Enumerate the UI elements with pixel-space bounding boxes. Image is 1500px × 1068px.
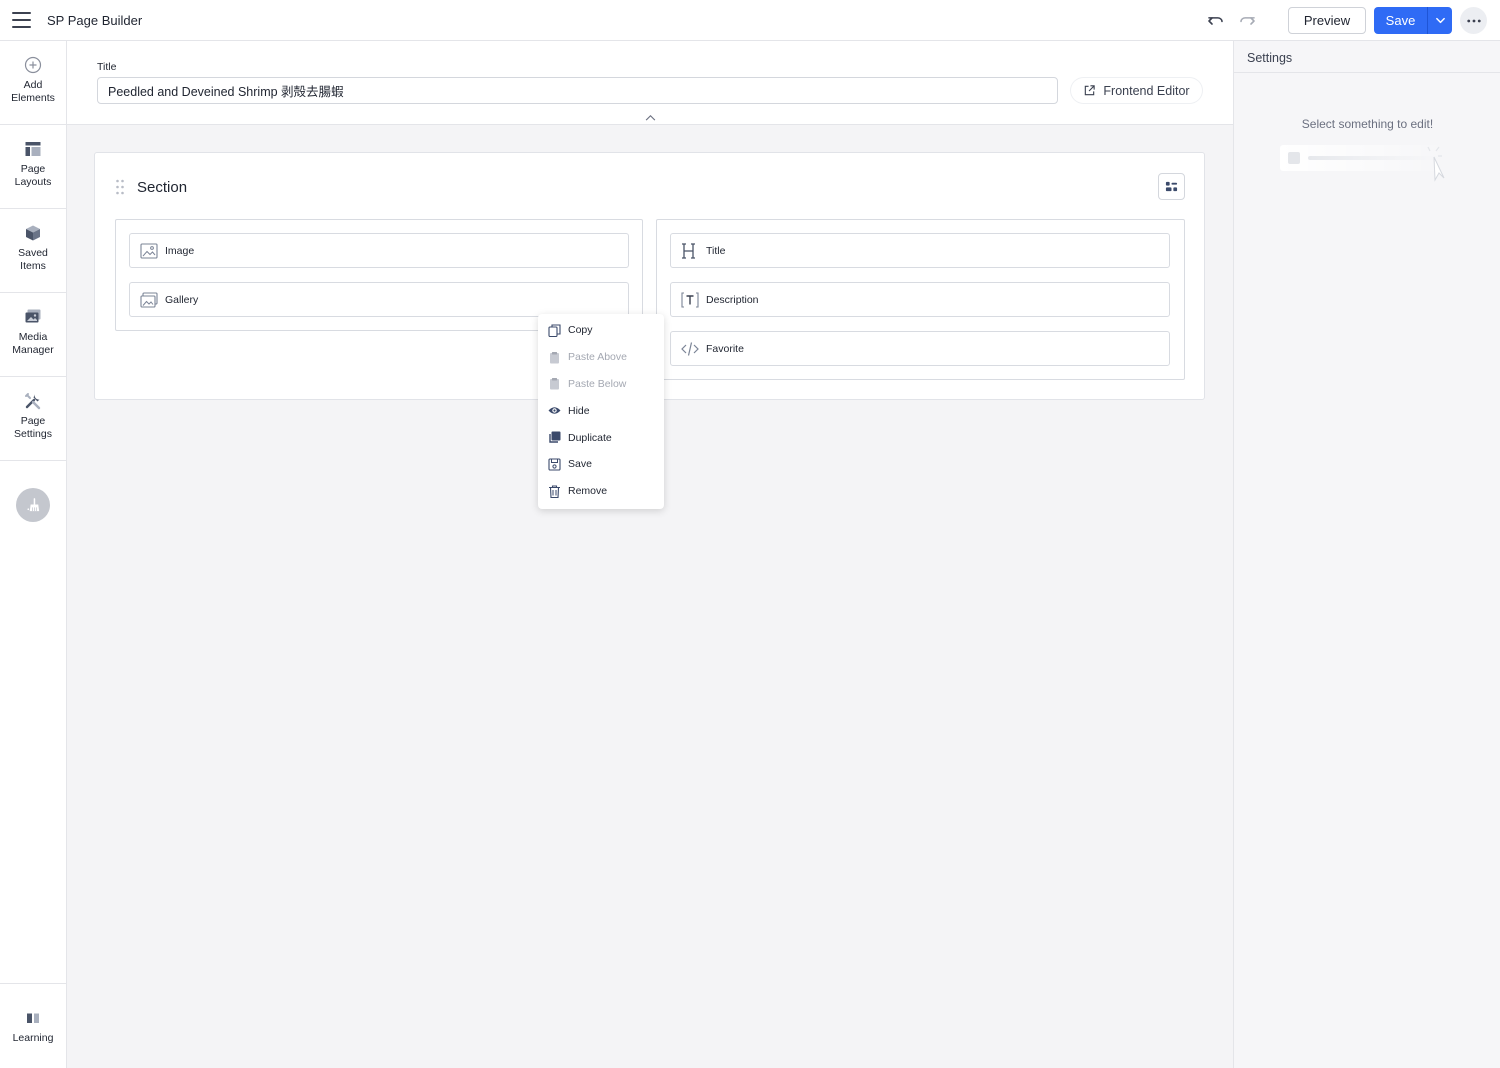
tools-icon bbox=[25, 393, 41, 410]
sidebar-item-label: Saved Items bbox=[18, 247, 48, 272]
sidebar-item-media-manager[interactable]: Media Manager bbox=[0, 293, 66, 377]
copy-icon bbox=[548, 324, 561, 337]
select-element-illustration bbox=[1280, 145, 1460, 191]
sidebar-item-label: Media Manager bbox=[12, 331, 54, 356]
addon-label: Image bbox=[165, 244, 195, 257]
heading-icon bbox=[682, 242, 695, 259]
preview-button[interactable]: Preview bbox=[1288, 7, 1366, 34]
eye-icon bbox=[548, 407, 561, 415]
settings-header: Settings bbox=[1234, 41, 1500, 73]
collapse-title-button[interactable] bbox=[623, 110, 677, 124]
box-icon bbox=[26, 225, 40, 241]
more-icon bbox=[1466, 19, 1481, 22]
clipboard-icon bbox=[550, 378, 559, 390]
addon-label: Gallery bbox=[165, 293, 199, 306]
trash-icon bbox=[549, 485, 560, 498]
top-bar: SP Page Builder Preview Save bbox=[0, 0, 1500, 41]
gallery-icon bbox=[140, 291, 158, 308]
context-menu-hide[interactable]: Hide bbox=[538, 397, 664, 424]
context-menu-label: Save bbox=[568, 458, 592, 471]
text-icon bbox=[681, 291, 699, 308]
clear-cache-button[interactable] bbox=[16, 488, 50, 522]
context-menu-label: Duplicate bbox=[568, 431, 612, 444]
addon-label: Description bbox=[706, 293, 759, 306]
redo-icon[interactable] bbox=[1237, 10, 1257, 30]
duplicate-icon bbox=[549, 431, 561, 443]
context-menu-label: Copy bbox=[568, 324, 593, 337]
context-menu-save[interactable]: Save bbox=[538, 451, 664, 478]
column-right[interactable]: Title Description Favorite bbox=[656, 219, 1185, 380]
sidebar-item-page-settings[interactable]: Page Settings bbox=[0, 377, 66, 461]
image-icon bbox=[140, 242, 158, 259]
sidebar-item-learning[interactable]: Learning bbox=[0, 983, 66, 1068]
save-options-button[interactable] bbox=[1427, 7, 1452, 34]
section-options-button[interactable] bbox=[1158, 173, 1185, 200]
settings-empty-message: Select something to edit! bbox=[1301, 117, 1434, 131]
context-menu-label: Hide bbox=[568, 404, 590, 417]
context-menu-paste-above: Paste Above bbox=[538, 344, 664, 371]
settings-panel: Settings Select something to edit! bbox=[1233, 41, 1500, 1068]
sidebar-item-label: Page Layouts bbox=[14, 163, 52, 188]
context-menu-label: Paste Above bbox=[568, 351, 627, 364]
book-icon bbox=[27, 1013, 39, 1023]
sidebar-item-saved-items[interactable]: Saved Items bbox=[0, 209, 66, 293]
context-menu: Copy Paste Above Paste Below Hide Duplic… bbox=[538, 314, 664, 509]
section-options-icon bbox=[1165, 181, 1178, 192]
media-icon bbox=[25, 309, 41, 323]
addon-favorite[interactable]: Favorite bbox=[670, 331, 1170, 366]
addon-gallery[interactable]: Gallery bbox=[129, 282, 629, 317]
app-title: SP Page Builder bbox=[47, 13, 143, 28]
left-sidebar: Add Elements Page Layouts Saved Items Me… bbox=[0, 41, 67, 1068]
sidebar-item-page-layouts[interactable]: Page Layouts bbox=[0, 125, 66, 209]
frontend-editor-button[interactable]: Frontend Editor bbox=[1071, 78, 1202, 103]
context-menu-label: Remove bbox=[568, 485, 608, 498]
sidebar-item-label: Learning bbox=[12, 1032, 54, 1044]
context-menu-label: Paste Below bbox=[568, 377, 627, 390]
addon-image[interactable]: Image bbox=[129, 233, 629, 268]
addon-label: Title bbox=[706, 244, 726, 257]
more-options-button[interactable] bbox=[1460, 7, 1487, 34]
section-title: Section bbox=[137, 179, 188, 196]
context-menu-paste-below: Paste Below bbox=[538, 371, 664, 398]
context-menu-remove[interactable]: Remove bbox=[538, 478, 664, 505]
menu-icon[interactable] bbox=[12, 12, 31, 28]
context-menu-duplicate[interactable]: Duplicate bbox=[538, 424, 664, 451]
sidebar-item-add-elements[interactable]: Add Elements bbox=[0, 41, 66, 125]
title-label: Title bbox=[97, 61, 117, 73]
context-menu-copy[interactable]: Copy bbox=[538, 317, 664, 344]
sidebar-item-label: Add Elements bbox=[11, 79, 55, 104]
addon-label: Favorite bbox=[706, 342, 744, 355]
plus-circle-icon bbox=[24, 56, 42, 74]
broom-icon bbox=[26, 497, 39, 511]
frontend-editor-label: Frontend Editor bbox=[1103, 83, 1190, 98]
chevron-up-icon bbox=[645, 114, 655, 121]
addon-description[interactable]: Description bbox=[670, 282, 1170, 317]
external-link-icon bbox=[1085, 85, 1096, 96]
drag-handle-icon[interactable] bbox=[115, 179, 125, 195]
undo-icon[interactable] bbox=[1206, 10, 1226, 30]
chevron-down-icon bbox=[1435, 17, 1445, 24]
clipboard-icon bbox=[550, 351, 559, 364]
save-button[interactable]: Save bbox=[1374, 7, 1427, 34]
addon-title[interactable]: Title bbox=[670, 233, 1170, 268]
code-icon bbox=[681, 341, 699, 356]
save-icon bbox=[548, 458, 561, 471]
page-title-input[interactable] bbox=[97, 77, 1058, 104]
sidebar-item-label: Page Settings bbox=[14, 415, 52, 440]
layout-icon bbox=[25, 142, 41, 156]
